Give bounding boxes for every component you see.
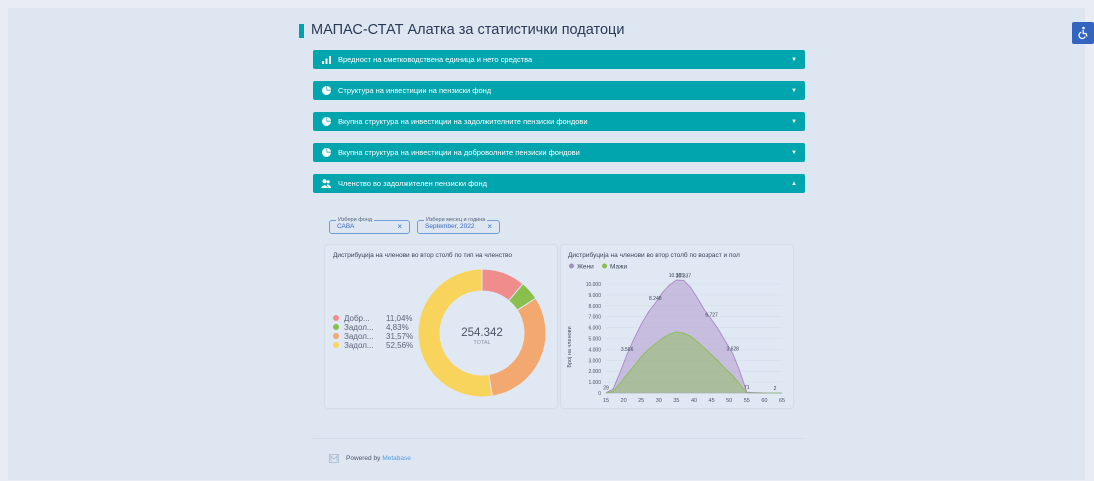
donut-total-value: 254.342 bbox=[461, 327, 503, 339]
accordion-mandatory-funds-investments[interactable]: Вкупна структура на инвестиции на задолж… bbox=[313, 112, 805, 131]
y-tick-label: 2.000 bbox=[588, 369, 601, 375]
y-tick-label: 0 bbox=[598, 391, 601, 397]
y-tick-label: 5.000 bbox=[588, 337, 601, 343]
data-label: 3.566 bbox=[621, 347, 634, 353]
y-axis-label: Број на членови bbox=[567, 326, 573, 367]
x-tick-label: 15 bbox=[603, 398, 609, 404]
data-label: 8.248 bbox=[649, 296, 662, 302]
y-tick-label: 9.000 bbox=[588, 293, 601, 299]
period-select-value: September, 2022 bbox=[425, 223, 475, 230]
accessibility-button[interactable] bbox=[1072, 22, 1094, 44]
data-label: 2 bbox=[774, 386, 777, 392]
fund-select[interactable]: Избери фонд САВА × bbox=[329, 216, 410, 234]
y-tick-label: 1.000 bbox=[588, 380, 601, 386]
pie-chart-icon bbox=[321, 117, 331, 127]
clear-icon[interactable]: × bbox=[397, 222, 402, 231]
y-tick-label: 7.000 bbox=[588, 315, 601, 321]
x-tick-label: 55 bbox=[744, 398, 750, 404]
accordion-voluntary-funds-investments[interactable]: Вкупна структура на инвестиции на добров… bbox=[313, 143, 805, 162]
period-select[interactable]: Избери месец и година September, 2022 × bbox=[417, 216, 500, 234]
x-tick-label: 20 bbox=[621, 398, 627, 404]
chevron-up-icon: ▲ bbox=[791, 180, 797, 187]
chevron-down-icon: ▼ bbox=[791, 87, 797, 94]
legend-swatch bbox=[602, 263, 607, 269]
title-accent-bar bbox=[299, 24, 304, 38]
page-title: МАПАС-СТАТ Алатка за статистички податоц… bbox=[311, 22, 625, 38]
x-tick-label: 30 bbox=[656, 398, 662, 404]
data-label: 71 bbox=[744, 385, 750, 391]
metabase-logo-icon bbox=[329, 454, 339, 463]
people-icon bbox=[321, 179, 331, 189]
accordion-fund-investments[interactable]: Структура на инвестиции на пензиски фонд… bbox=[313, 81, 805, 100]
accordion-label: Вредност на сметководствена единица и не… bbox=[338, 55, 533, 64]
data-label: 10.337 bbox=[676, 273, 692, 279]
data-label: 6.727 bbox=[705, 313, 718, 319]
accordion-label: Членство во задолжителен пензиски фонд bbox=[338, 179, 487, 188]
x-tick-label: 35 bbox=[673, 398, 679, 404]
chevron-down-icon: ▼ bbox=[791, 118, 797, 125]
x-tick-label: 45 bbox=[709, 398, 715, 404]
footer-prefix: Powered by bbox=[346, 455, 381, 462]
footer-divider bbox=[313, 438, 805, 439]
donut-chart: 254.342 TOTAL bbox=[417, 268, 547, 398]
y-tick-label: 3.000 bbox=[588, 358, 601, 364]
donut-total-label: TOTAL bbox=[473, 340, 490, 346]
donut-slice[interactable] bbox=[488, 297, 547, 397]
accordion-membership[interactable]: Членство во задолжителен пензиски фонд ▲ bbox=[313, 174, 805, 193]
accordion-label: Вкупна структура на инвестиции на задолж… bbox=[338, 117, 588, 126]
pie-chart-icon bbox=[321, 148, 331, 158]
dashboard-frame bbox=[8, 8, 1085, 480]
legend-label[interactable]: Жени bbox=[577, 264, 594, 271]
chevron-down-icon: ▼ bbox=[791, 56, 797, 63]
y-tick-label: 4.000 bbox=[588, 347, 601, 353]
accordion-label: Вкупна структура на инвестиции на добров… bbox=[338, 148, 580, 157]
y-tick-label: 10.000 bbox=[586, 282, 602, 288]
clear-icon[interactable]: × bbox=[487, 222, 492, 231]
wheelchair-icon bbox=[1078, 26, 1088, 40]
x-tick-label: 25 bbox=[638, 398, 644, 404]
legend-swatch bbox=[569, 263, 574, 269]
y-tick-label: 8.000 bbox=[588, 304, 601, 310]
x-tick-label: 40 bbox=[691, 398, 697, 404]
pie-chart-icon bbox=[321, 86, 331, 96]
area-chart: Жени Мажи 0 1.000 2.000 3.000 4.000 5.000 6.000… bbox=[567, 263, 785, 404]
data-label: 3.628 bbox=[726, 346, 739, 352]
chevron-down-icon: ▼ bbox=[791, 149, 797, 156]
x-tick-label: 50 bbox=[726, 398, 732, 404]
y-tick-label: 6.000 bbox=[588, 326, 601, 332]
x-tick-label: 65 bbox=[779, 398, 785, 404]
metabase-link[interactable]: Metabase bbox=[382, 455, 411, 462]
legend-label[interactable]: Мажи bbox=[610, 264, 627, 271]
accordion-label: Структура на инвестиции на пензиски фонд bbox=[338, 86, 492, 95]
accordion-net-assets[interactable]: Вредност на сметководствена единица и не… bbox=[313, 50, 805, 69]
fund-select-value: САВА bbox=[337, 223, 355, 230]
bar-chart-icon bbox=[321, 55, 331, 65]
footer: Powered by Metabase bbox=[329, 454, 411, 463]
data-label: 29 bbox=[603, 386, 609, 392]
x-tick-label: 60 bbox=[761, 398, 767, 404]
